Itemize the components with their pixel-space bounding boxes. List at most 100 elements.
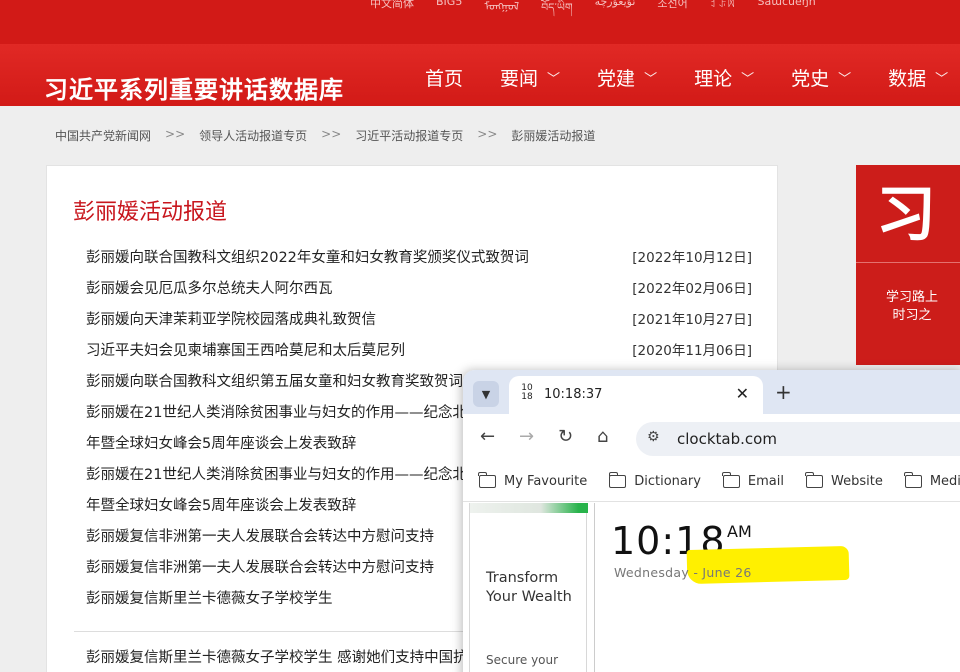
- article-link[interactable]: 彭丽媛复信非洲第一夫人发展联合会转达中方慰问支持: [86, 560, 434, 576]
- article-link[interactable]: 彭丽媛复信斯里兰卡德薇女子学校学生 感谢她们支持中国抗击: [86, 650, 482, 666]
- article-link[interactable]: 彭丽媛在21世纪人类消除贫困事业与妇女的作用——纪念北京: [86, 467, 481, 483]
- site-title[interactable]: 习近平系列重要讲话数据库: [44, 70, 344, 105]
- breadcrumb-link[interactable]: 习近平活动报道专页: [355, 127, 463, 144]
- clock-date: Wednesday - June 26: [614, 565, 752, 580]
- sidebar-banner[interactable]: 习 学习路上 时习之: [856, 165, 960, 365]
- nav-item-data[interactable]: 数据 ﹀: [888, 64, 948, 91]
- tab-strip: ▼ 10 18 10:18:37 ✕ +: [463, 370, 960, 414]
- ad-image: [470, 503, 588, 513]
- banner-caption: 学习路上 时习之: [886, 289, 938, 325]
- nav-menu: 首页 要闻 ﹀ 党建 ﹀ 理论 ﹀ 党史 ﹀ 数据 ﹀: [425, 64, 960, 91]
- bookmark-label: Website: [831, 474, 883, 489]
- article-link[interactable]: 彭丽媛复信斯里兰卡德薇女子学校学生: [86, 591, 333, 607]
- bookmark-label: Email: [747, 474, 784, 489]
- nav-item-party-building[interactable]: 党建 ﹀: [597, 64, 657, 91]
- chevron-down-icon: ﹀: [935, 72, 949, 87]
- close-icon[interactable]: ✕: [736, 384, 749, 403]
- banner-divider: [856, 262, 960, 263]
- article-link[interactable]: 彭丽媛向联合国教科文组织第五届女童和妇女教育奖致贺词: [86, 374, 463, 390]
- breadcrumb: 中国共产党新闻网 >> 领导人活动报道专页 >> 习近平活动报道专页 >> 彭丽…: [55, 127, 595, 144]
- bookmark-folder[interactable]: My Favourite: [478, 472, 588, 489]
- article-date: [2022年02月06日]: [632, 281, 752, 297]
- ad-subtext: Secure your: [486, 653, 559, 667]
- lang-link[interactable]: 中文简体: [370, 0, 414, 26]
- forward-arrow-icon[interactable]: →: [519, 426, 534, 447]
- article-link[interactable]: 习近平夫妇会见柬埔寨国王西哈莫尼和太后莫尼列: [86, 343, 405, 359]
- browser-window: ▼ 10 18 10:18:37 ✕ + ← → ↻ ⌂ ⚙ clocktab.…: [463, 370, 960, 672]
- list-item[interactable]: 彭丽媛会见厄瓜多尔总统夫人阿尔西瓦 [2022年02月06日]: [86, 277, 752, 308]
- breadcrumb-separator: >>: [477, 127, 498, 141]
- nav-item-news[interactable]: 要闻 ﹀: [500, 64, 560, 91]
- lang-link[interactable]: 조선어: [657, 0, 687, 26]
- lang-link[interactable]: ꆈꌠꉙ: [710, 0, 736, 26]
- language-links: 中文简体 BIG5 ᠮᠣᠩᠭᠣᠯ བོད་ཡིག ئۇيغۇرچە 조선어 ꆈꌠ…: [370, 0, 816, 26]
- clock-ampm: AM: [727, 522, 752, 541]
- favicon-minute: 18: [521, 392, 533, 402]
- url-text[interactable]: clocktab.com: [677, 430, 777, 448]
- bookmark-folder[interactable]: Dictionary: [608, 472, 701, 489]
- clocktab-page: Transform Your Wealth Secure your 10:18 …: [463, 503, 960, 672]
- bookmark-folder[interactable]: Website: [805, 472, 883, 489]
- tab-title: 10:18:37: [544, 387, 603, 402]
- list-item[interactable]: 习近平夫妇会见柬埔寨国王西哈莫尼和太后莫尼列 [2020年11月06日]: [86, 339, 752, 370]
- address-bar[interactable]: ⚙ clocktab.com: [636, 422, 960, 456]
- breadcrumb-link[interactable]: 中国共产党新闻网: [55, 127, 151, 144]
- lang-link[interactable]: ᠮᠣᠩᠭᠣᠯ: [484, 0, 519, 26]
- site-settings-icon[interactable]: ⚙: [647, 429, 660, 445]
- article-date: [2021年10月27日]: [632, 312, 752, 328]
- folder-icon: [904, 472, 922, 488]
- chevron-down-icon: ﹀: [644, 72, 658, 87]
- nav-label: 理论: [694, 68, 733, 90]
- folder-icon: [722, 472, 740, 488]
- lang-link[interactable]: Saɯcueŋh: [758, 0, 816, 26]
- bookmark-label: My Favourite: [504, 474, 588, 489]
- bookmarks-bar: My Favourite Dictionary Email Website Me…: [463, 462, 960, 502]
- article-link[interactable]: 彭丽媛在21世纪人类消除贫困事业与妇女的作用——纪念北京: [86, 405, 481, 421]
- new-tab-button[interactable]: +: [775, 380, 792, 404]
- nav-label: 数据: [888, 68, 927, 90]
- article-link[interactable]: 彭丽媛向联合国教科文组织2022年女童和妇女教育奖颁奖仪式致贺词: [86, 250, 529, 266]
- main-navigation: 习近平系列重要讲话数据库 首页 要闻 ﹀ 党建 ﹀ 理论 ﹀ 党史 ﹀ 数据 ﹀: [0, 44, 960, 106]
- article-link[interactable]: 彭丽媛会见厄瓜多尔总统夫人阿尔西瓦: [86, 281, 333, 297]
- banner-caption-line: 学习路上: [886, 290, 939, 305]
- bookmark-folder[interactable]: Email: [722, 472, 784, 489]
- home-icon[interactable]: ⌂: [597, 426, 608, 447]
- banner-caption-line: 时习之: [892, 308, 932, 323]
- lang-link[interactable]: BIG5: [436, 0, 462, 26]
- article-link[interactable]: 彭丽媛向天津茉莉亚学院校园落成典礼致贺信: [86, 312, 376, 328]
- chevron-down-icon: ﹀: [741, 72, 755, 87]
- banner-logo: 习: [876, 180, 936, 250]
- top-language-bar: 中文简体 BIG5 ᠮᠣᠩᠭᠣᠯ བོད་ཡིག ئۇيغۇرچە 조선어 ꆈꌠ…: [0, 0, 960, 44]
- page-title: 彭丽媛活动报道: [73, 200, 228, 225]
- folder-icon: [805, 472, 823, 488]
- lang-link[interactable]: བོད་ཡིག: [541, 0, 572, 26]
- nav-item-party-history[interactable]: 党史 ﹀: [791, 64, 851, 91]
- nav-item-home[interactable]: 首页: [425, 64, 463, 91]
- article-date: [2022年10月12日]: [632, 250, 752, 266]
- list-divider: [74, 631, 484, 632]
- back-arrow-icon[interactable]: ←: [480, 426, 495, 447]
- panel-divider: [594, 503, 595, 672]
- advertisement-panel[interactable]: Transform Your Wealth Secure your: [469, 503, 588, 672]
- bookmark-folder[interactable]: Media: [904, 472, 960, 489]
- breadcrumb-link[interactable]: 领导人活动报道专页: [199, 127, 307, 144]
- article-link[interactable]: 彭丽媛复信非洲第一夫人发展联合会转达中方慰问支持: [86, 529, 434, 545]
- article-link[interactable]: 年暨全球妇女峰会5周年座谈会上发表致辞: [86, 498, 356, 514]
- article-link[interactable]: 年暨全球妇女峰会5周年座谈会上发表致辞: [86, 436, 356, 452]
- reload-icon[interactable]: ↻: [558, 426, 573, 447]
- nav-label: 首页: [425, 68, 464, 90]
- breadcrumb-separator: >>: [165, 127, 186, 141]
- lang-link[interactable]: ئۇيغۇرچە: [595, 0, 636, 26]
- tab-search-button[interactable]: ▼: [473, 381, 499, 407]
- list-item[interactable]: 彭丽媛向天津茉莉亚学院校园落成典礼致贺信 [2021年10月27日]: [86, 308, 752, 339]
- folder-icon: [608, 472, 627, 488]
- list-item[interactable]: 彭丽媛向联合国教科文组织2022年女童和妇女教育奖颁奖仪式致贺词 [2022年10…: [86, 246, 752, 277]
- bookmark-label: Dictionary: [634, 474, 701, 489]
- nav-label: 党史: [791, 68, 830, 90]
- nav-label: 党建: [597, 68, 636, 90]
- breadcrumb-current[interactable]: 彭丽媛活动报道: [511, 127, 595, 144]
- clock-favicon-icon: 10 18: [517, 384, 537, 402]
- nav-item-theory[interactable]: 理论 ﹀: [694, 64, 754, 91]
- browser-tab-active[interactable]: 10 18 10:18:37 ✕: [509, 376, 763, 414]
- browser-toolbar: ← → ↻ ⌂ ⚙ clocktab.com: [463, 414, 960, 462]
